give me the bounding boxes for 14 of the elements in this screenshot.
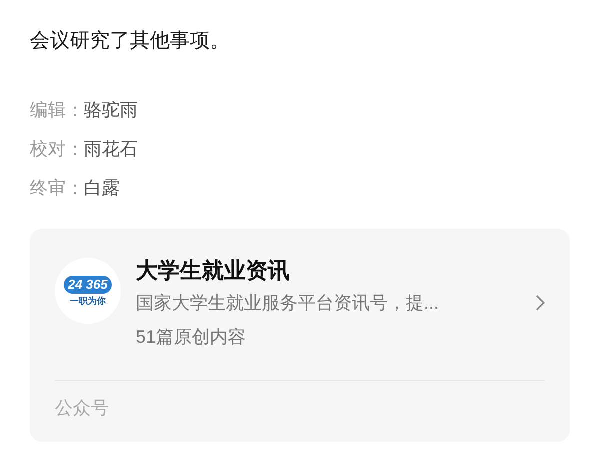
account-type: 公众号 xyxy=(55,397,109,420)
account-card[interactable]: 24 365 一职为你 大学生就业资讯 国家大学生就业服务平台资讯号，提... 51篇原创内容 公众号 xyxy=(30,229,570,442)
credit-name: 白露 xyxy=(84,177,120,200)
chevron-right-icon xyxy=(535,295,545,311)
credit-label: 终审： xyxy=(30,177,84,200)
article-count: 51篇原创内容 xyxy=(136,326,248,349)
credit-label: 校对： xyxy=(30,138,84,161)
account-name: 大学生就业资讯 xyxy=(136,257,291,285)
credit-label: 编辑： xyxy=(30,99,84,122)
account-description: 国家大学生就业服务平台资讯号，提... xyxy=(136,292,440,315)
account-logo: 24 365 一职为你 xyxy=(55,258,121,324)
paragraph: 会议研究了其他事项。 xyxy=(30,29,231,54)
credit-name: 骆驼雨 xyxy=(84,99,138,122)
credit-name: 雨花石 xyxy=(84,138,138,161)
